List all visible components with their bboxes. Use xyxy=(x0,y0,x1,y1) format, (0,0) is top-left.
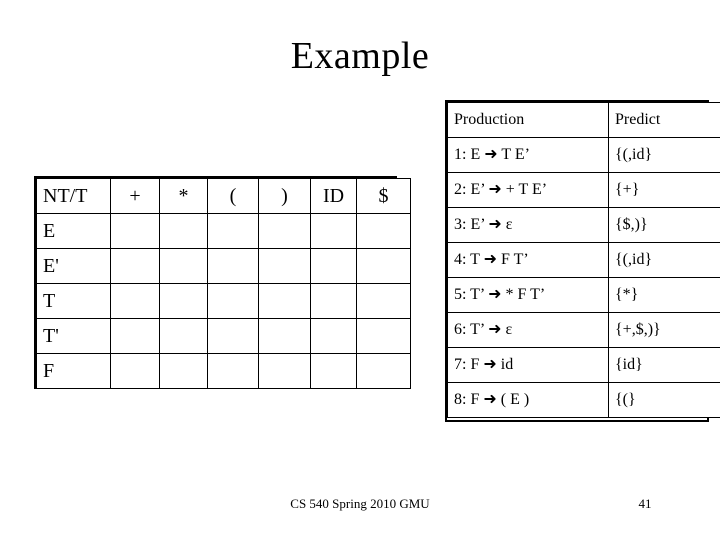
predict-cell-1: {(,id} xyxy=(608,137,720,173)
parse-cell-t-prime-dollar[interactable] xyxy=(356,318,411,354)
predict-cell-2: {+} xyxy=(608,172,720,208)
parse-table-row-label-e: E xyxy=(36,213,111,249)
parse-cell-e-lparen[interactable] xyxy=(207,213,259,249)
parse-cell-t-prime-star[interactable] xyxy=(159,318,208,354)
parse-cell-e-dollar[interactable] xyxy=(356,213,411,249)
production-cell-2: 2: E’ ➜ + T E’ xyxy=(447,172,609,208)
parse-table-header-dollar: $ xyxy=(356,178,411,214)
production-cell-6: 6: T’ ➜ ε xyxy=(447,312,609,348)
parse-cell-e-prime-lparen[interactable] xyxy=(207,248,259,284)
parse-cell-t-prime-id[interactable] xyxy=(310,318,357,354)
parse-cell-t-prime-rparen[interactable] xyxy=(258,318,311,354)
parse-cell-f-id[interactable] xyxy=(310,353,357,389)
parse-cell-e-rparen[interactable] xyxy=(258,213,311,249)
parse-cell-f-star[interactable] xyxy=(159,353,208,389)
parse-cell-f-plus[interactable] xyxy=(110,353,160,389)
parse-cell-t-rparen[interactable] xyxy=(258,283,311,319)
predict-cell-8: {(} xyxy=(608,382,720,418)
parse-table-header-star: * xyxy=(159,178,208,214)
predict-cell-7: {id} xyxy=(608,347,720,383)
production-cell-7: 7: F ➜ id xyxy=(447,347,609,383)
predict-cell-3: {$,)} xyxy=(608,207,720,243)
parse-cell-e-prime-dollar[interactable] xyxy=(356,248,411,284)
page-title: Example xyxy=(290,35,430,77)
table-row: 5: T’ ➜ * F T’ {*} xyxy=(447,277,720,313)
parse-table-row-label-t: T xyxy=(36,283,111,319)
production-cell-1: 1: E ➜ T E’ xyxy=(447,137,609,173)
table-row: 3: E’ ➜ ε {$,)} xyxy=(447,207,720,243)
parse-table-header-rparen: ) xyxy=(258,178,311,214)
parse-table-row-label-f: F xyxy=(36,353,111,389)
table-row: 1: E ➜ T E’ {(,id} xyxy=(447,137,720,173)
slide-page-number: 41 xyxy=(638,496,652,511)
production-cell-4: 4: T ➜ F T’ xyxy=(447,242,609,278)
parse-cell-e-id[interactable] xyxy=(310,213,357,249)
table-row: 8: F ➜ ( E ) {(} xyxy=(447,382,720,418)
table-row: T' xyxy=(36,318,411,354)
table-row: 6: T’ ➜ ε {+,$,)} xyxy=(447,312,720,348)
parse-cell-e-prime-plus[interactable] xyxy=(110,248,160,284)
production-cell-3: 3: E’ ➜ ε xyxy=(447,207,609,243)
parse-table-header-plus: + xyxy=(110,178,160,214)
parse-cell-t-star[interactable] xyxy=(159,283,208,319)
predict-cell-6: {+,$,)} xyxy=(608,312,720,348)
parse-cell-e-prime-id[interactable] xyxy=(310,248,357,284)
production-table-header-predict: Predict xyxy=(608,102,720,138)
parse-table: NT/T + * ( ) ID $ E E' T T' F xyxy=(36,178,411,389)
predict-cell-4: {(,id} xyxy=(608,242,720,278)
predict-cell-5: {*} xyxy=(608,277,720,313)
parse-cell-f-lparen[interactable] xyxy=(207,353,259,389)
parse-cell-f-dollar[interactable] xyxy=(356,353,411,389)
table-row: E' xyxy=(36,248,411,284)
table-header-row: Production Predict xyxy=(447,102,720,138)
parse-cell-t-dollar[interactable] xyxy=(356,283,411,319)
parse-table-header-nt: NT/T xyxy=(36,178,111,214)
production-table: Production Predict 1: E ➜ T E’ {(,id} 2:… xyxy=(447,102,720,418)
parse-cell-t-prime-plus[interactable] xyxy=(110,318,160,354)
parse-table-row-label-t-prime: T' xyxy=(36,318,111,354)
production-table-header-production: Production xyxy=(447,102,609,138)
parse-cell-e-prime-rparen[interactable] xyxy=(258,248,311,284)
parse-cell-t-prime-lparen[interactable] xyxy=(207,318,259,354)
production-cell-5: 5: T’ ➜ * F T’ xyxy=(447,277,609,313)
table-row: F xyxy=(36,353,411,389)
parse-cell-t-id[interactable] xyxy=(310,283,357,319)
table-header-row: NT/T + * ( ) ID $ xyxy=(36,178,411,214)
table-row: 2: E’ ➜ + T E’ {+} xyxy=(447,172,720,208)
parse-cell-e-plus[interactable] xyxy=(110,213,160,249)
production-cell-8: 8: F ➜ ( E ) xyxy=(447,382,609,418)
parse-table-row-label-e-prime: E' xyxy=(36,248,111,284)
parse-cell-f-rparen[interactable] xyxy=(258,353,311,389)
parse-table-header-id: ID xyxy=(310,178,357,214)
parse-cell-t-lparen[interactable] xyxy=(207,283,259,319)
table-row: T xyxy=(36,283,411,319)
parse-cell-e-star[interactable] xyxy=(159,213,208,249)
table-row: E xyxy=(36,213,411,249)
parse-cell-t-plus[interactable] xyxy=(110,283,160,319)
parse-table-header-lparen: ( xyxy=(207,178,259,214)
parse-cell-e-prime-star[interactable] xyxy=(159,248,208,284)
table-row: 4: T ➜ F T’ {(,id} xyxy=(447,242,720,278)
table-row: 7: F ➜ id {id} xyxy=(447,347,720,383)
